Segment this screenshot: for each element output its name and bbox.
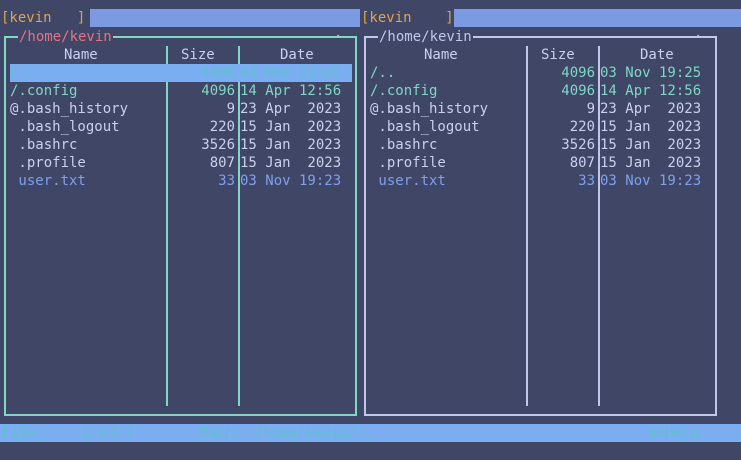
file-date: 15 Jan 2023 <box>600 119 702 135</box>
status-bar: File: 1 of 7 Path: /home/kevin/.. h=Help <box>0 424 741 442</box>
file-size: 220 <box>209 119 235 135</box>
left-panel-path: /home/kevin <box>18 28 113 46</box>
file-date: 03 Nov 19:23 <box>600 173 702 189</box>
file-name: user.txt <box>370 173 446 189</box>
file-date: 03 Nov 19:25 <box>600 65 702 81</box>
left-column-name-header[interactable]: Name <box>64 46 98 64</box>
status-file-position: 1 of 7 <box>83 425 134 441</box>
file-name: .bash_logout <box>370 119 480 135</box>
file-row[interactable]: @.bash_history 9 23 Apr 2023 <box>370 100 712 118</box>
file-name: /.config <box>370 83 438 99</box>
file-size: 4096 <box>201 83 235 99</box>
file-size: 807 <box>569 155 595 171</box>
file-date: 15 Jan 2023 <box>600 137 702 153</box>
file-size: 3526 <box>561 137 595 153</box>
file-size: 9 <box>226 101 235 117</box>
file-row[interactable]: user.txt 33 03 Nov 19:23 <box>370 172 712 190</box>
left-tab-bar[interactable] <box>90 9 360 27</box>
right-panel-corner-marker: · <box>694 29 703 45</box>
file-row[interactable]: .profile 807 15 Jan 2023 <box>10 154 352 172</box>
file-date: 15 Jan 2023 <box>240 137 342 153</box>
left-column-date-header[interactable]: Date <box>280 46 314 64</box>
file-date: 14 Apr 12:56 <box>600 83 702 99</box>
file-size: 4096 <box>561 65 595 81</box>
file-date: 03 Nov 19:23 <box>240 173 342 189</box>
file-name: @.bash_history <box>370 101 489 117</box>
file-row[interactable]: /.config 4096 14 Apr 12:56 <box>370 82 712 100</box>
file-row[interactable]: /.. 4096 03 Nov 19:25 <box>10 64 352 82</box>
left-panel-corner-marker: · <box>334 29 343 45</box>
file-name: /.config <box>10 83 78 99</box>
status-file-label: File: <box>2 425 45 441</box>
file-name: /.. <box>370 65 396 81</box>
file-date: 15 Jan 2023 <box>240 155 342 171</box>
left-column-size-header[interactable]: Size <box>181 46 215 64</box>
file-row[interactable]: @.bash_history 9 23 Apr 2023 <box>10 100 352 118</box>
file-size: 807 <box>209 155 235 171</box>
file-date: 15 Jan 2023 <box>600 155 702 171</box>
right-column-date-header[interactable]: Date <box>640 46 674 64</box>
file-row[interactable]: .bashrc 3526 15 Jan 2023 <box>370 136 712 154</box>
file-name: @.bash_history <box>10 101 129 117</box>
file-row[interactable]: /.. 4096 03 Nov 19:25 <box>370 64 712 82</box>
file-row[interactable]: /.config 4096 14 Apr 12:56 <box>10 82 352 100</box>
file-row[interactable]: .bashrc 3526 15 Jan 2023 <box>10 136 352 154</box>
file-name: .bashrc <box>370 137 438 153</box>
right-column-size-header[interactable]: Size <box>541 46 575 64</box>
status-path-label: Path: <box>200 425 243 441</box>
file-size: 33 <box>218 173 235 189</box>
file-size: 4096 <box>201 65 235 81</box>
file-date: 23 Apr 2023 <box>240 101 342 117</box>
file-row[interactable]: .profile 807 15 Jan 2023 <box>370 154 712 172</box>
file-size: 3526 <box>201 137 235 153</box>
file-size: 4096 <box>561 83 595 99</box>
right-tab-label[interactable]: [kevin ] <box>361 9 454 27</box>
file-name: .profile <box>370 155 446 171</box>
right-tab-bar[interactable] <box>450 9 741 27</box>
right-panel-path: /home/kevin <box>378 28 473 46</box>
file-date: 23 Apr 2023 <box>600 101 702 117</box>
file-row[interactable]: .bash_logout 220 15 Jan 2023 <box>370 118 712 136</box>
file-size: 33 <box>578 173 595 189</box>
file-name: user.txt <box>10 173 86 189</box>
file-size: 220 <box>569 119 595 135</box>
right-column-name-header[interactable]: Name <box>424 46 458 64</box>
file-name: .profile <box>10 155 86 171</box>
file-name: /.. <box>10 65 36 81</box>
file-name: .bash_logout <box>10 119 120 135</box>
file-name: .bashrc <box>10 137 78 153</box>
help-hint[interactable]: h=Help <box>648 424 699 442</box>
file-date: 03 Nov 19:25 <box>240 65 342 81</box>
file-date: 15 Jan 2023 <box>240 119 342 135</box>
file-date: 14 Apr 12:56 <box>240 83 342 99</box>
left-tab-label[interactable]: [kevin ] <box>1 9 86 27</box>
file-size: 9 <box>586 101 595 117</box>
file-row[interactable]: user.txt 33 03 Nov 19:23 <box>10 172 352 190</box>
file-row[interactable]: .bash_logout 220 15 Jan 2023 <box>10 118 352 136</box>
status-path-value: /home/kevin/.. <box>255 425 374 441</box>
